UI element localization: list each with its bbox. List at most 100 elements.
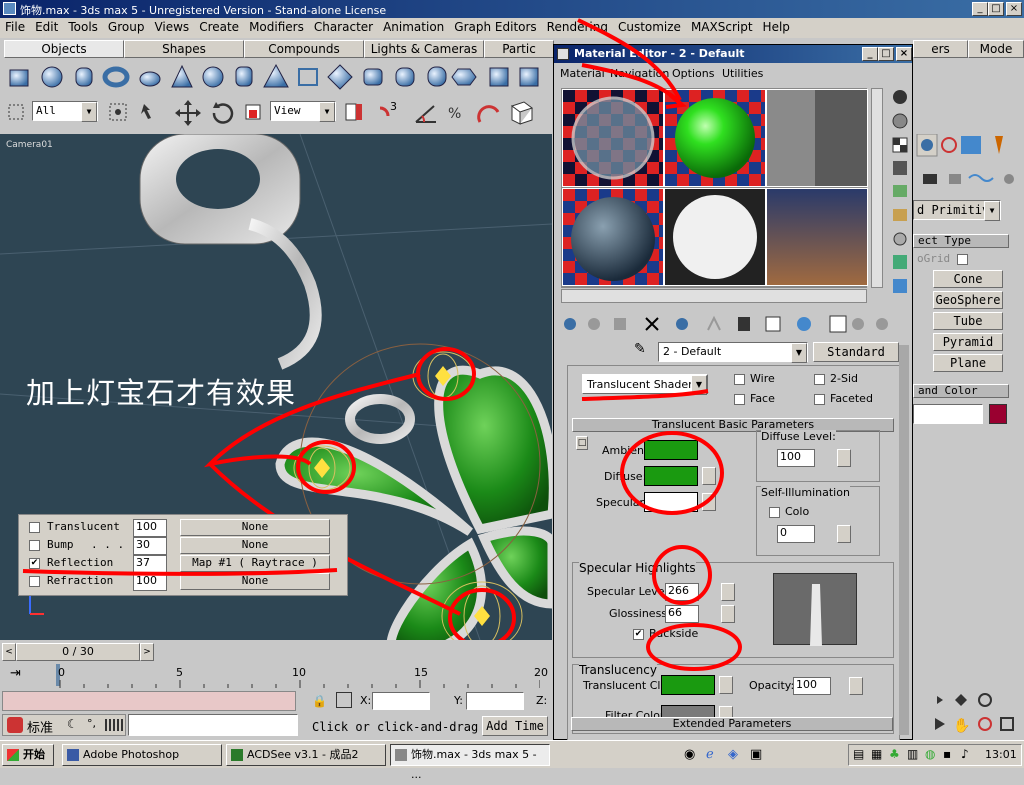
map-button[interactable]: Map #1 ( Raytrace ) [180,555,330,572]
menu-animation[interactable]: Animation [378,18,449,36]
tube-button[interactable]: Tube [933,312,1003,330]
tray-icon-6[interactable]: ▪ [943,747,951,761]
selection-filter-dropdown[interactable]: All ▼ [32,101,98,122]
glossiness-map-button[interactable] [721,605,735,623]
ime-logo-icon[interactable] [7,717,23,733]
diffuse-level-input[interactable]: 100 [777,449,815,467]
video-check-icon[interactable] [893,185,907,197]
go-parent-icon[interactable] [852,318,864,330]
specular-level-input[interactable]: 266 [665,583,699,601]
menu-customize[interactable]: Customize [613,18,686,36]
menu-character[interactable]: Character [309,18,378,36]
map-checkbox[interactable]: ✔ [29,558,40,569]
two-sided-checkbox[interactable] [814,374,825,385]
maximize-button[interactable]: □ [988,2,1004,16]
put-to-scene-icon[interactable] [588,318,600,330]
cone-icon[interactable] [171,64,193,88]
prompt-input[interactable] [128,714,298,736]
shader-dropdown[interactable]: Translucent Shader ▼ [582,374,708,395]
sample-slot-6[interactable] [766,188,868,286]
select-region-icon[interactable] [109,103,127,121]
map-checkbox[interactable] [29,576,40,587]
menu-help[interactable]: Help [758,18,795,36]
diffuse-map-button[interactable] [702,467,716,485]
put-library-icon[interactable] [738,317,750,331]
sample-slot-3[interactable] [766,89,868,187]
sample-slots-hscrollbar[interactable] [561,289,867,303]
opacity-map-button[interactable] [849,677,863,695]
sample-type-icon[interactable] [893,90,907,104]
wire-checkbox[interactable] [734,374,745,385]
plane-button[interactable]: Plane [933,354,1003,372]
camera-sub-icon[interactable] [923,174,937,184]
snap-3-icon[interactable]: 3 [379,100,397,117]
pivot-icon[interactable] [345,103,362,121]
menu-create[interactable]: Create [194,18,244,36]
minimize-button[interactable]: _ [972,2,988,16]
chamfer-box-icon[interactable] [363,68,383,86]
hierarchy-icon[interactable] [916,134,938,157]
opacity-input[interactable]: 100 [793,677,831,695]
helper-sub-icon[interactable] [949,174,961,184]
time-slider[interactable]: 0 / 30 [16,643,140,661]
menu-group[interactable]: Group [103,18,150,36]
object-category-dropdown[interactable]: d Primitiv ▼ [913,200,1001,221]
close-button[interactable]: × [1006,2,1022,16]
ime-mode[interactable]: 标准 [27,717,53,736]
map-checkbox[interactable] [29,522,40,533]
tab-lights-cameras[interactable]: Lights & Cameras [364,40,484,58]
teapot-icon[interactable] [139,71,161,87]
x-coord-input[interactable] [372,692,430,710]
pan-icon[interactable]: ✋ [953,717,970,734]
absolute-mode-icon[interactable] [336,692,352,708]
tab-shapes[interactable]: Shapes [124,40,244,58]
sphere-icon[interactable] [41,66,63,88]
uv-tiling-icon[interactable] [893,161,907,175]
taskbar-item-3dsmax[interactable]: 饰物.max - 3ds max 5 - ... [390,744,550,781]
orbit-icon[interactable] [978,693,992,707]
extended-parameters-header[interactable]: Extended Parameters [571,717,893,731]
backlight-icon[interactable] [892,113,908,129]
geosphere-button[interactable]: GeoSphere [933,291,1003,309]
select-by-material-icon[interactable] [893,255,907,269]
chamfer-cyl-icon[interactable] [395,67,415,87]
spindle-icon[interactable] [489,67,509,87]
volume-icon[interactable]: ♪ [961,747,969,761]
eyedropper-icon[interactable]: ✎ [634,341,656,361]
diffuse-color-swatch[interactable] [644,466,698,486]
track-view-icon[interactable]: ⇥ [10,666,21,681]
menu-rendering[interactable]: Rendering [542,18,613,36]
tab-compounds[interactable]: Compounds [244,40,364,58]
add-time-button[interactable]: Add Time [482,716,548,736]
tube-icon[interactable] [235,66,253,87]
self-illum-map-button[interactable] [837,525,851,543]
ambient-color-swatch[interactable] [644,440,698,460]
parameters-scrollbar[interactable] [899,345,909,735]
listener-mini[interactable] [2,691,296,711]
tray-icon-3[interactable]: ♣ [889,747,900,761]
object-color-swatch[interactable] [989,404,1007,424]
go-sibling-icon[interactable] [876,318,888,330]
face-map-checkbox[interactable] [734,394,745,405]
maximize-button[interactable]: □ [878,47,894,61]
make-preview-icon[interactable] [893,209,907,221]
assign-material-icon[interactable] [614,318,626,330]
outlook-icon[interactable]: ◈ [728,747,738,762]
menu-file[interactable]: File [0,18,30,36]
menu-views[interactable]: Views [149,18,194,36]
menu-edit[interactable]: Edit [30,18,63,36]
spacewarp-sub-icon[interactable] [968,174,994,182]
menu-modifiers[interactable]: Modifiers [244,18,309,36]
menu-options[interactable]: Options [672,67,714,80]
zoom-icon[interactable] [937,696,943,704]
spinner-snap-icon[interactable] [477,105,500,123]
utilities-icon[interactable] [995,136,1003,154]
desktop-icon[interactable]: ▣ [750,747,762,762]
make-copy-icon[interactable] [676,318,688,330]
torus-icon[interactable] [102,66,130,88]
zoom-all-icon[interactable] [955,694,967,706]
tab-helpers[interactable]: ers [913,40,968,58]
field-of-view-icon[interactable] [935,718,945,730]
sample-slot-4[interactable] [562,188,664,286]
lock-icon[interactable]: □ [576,436,588,450]
